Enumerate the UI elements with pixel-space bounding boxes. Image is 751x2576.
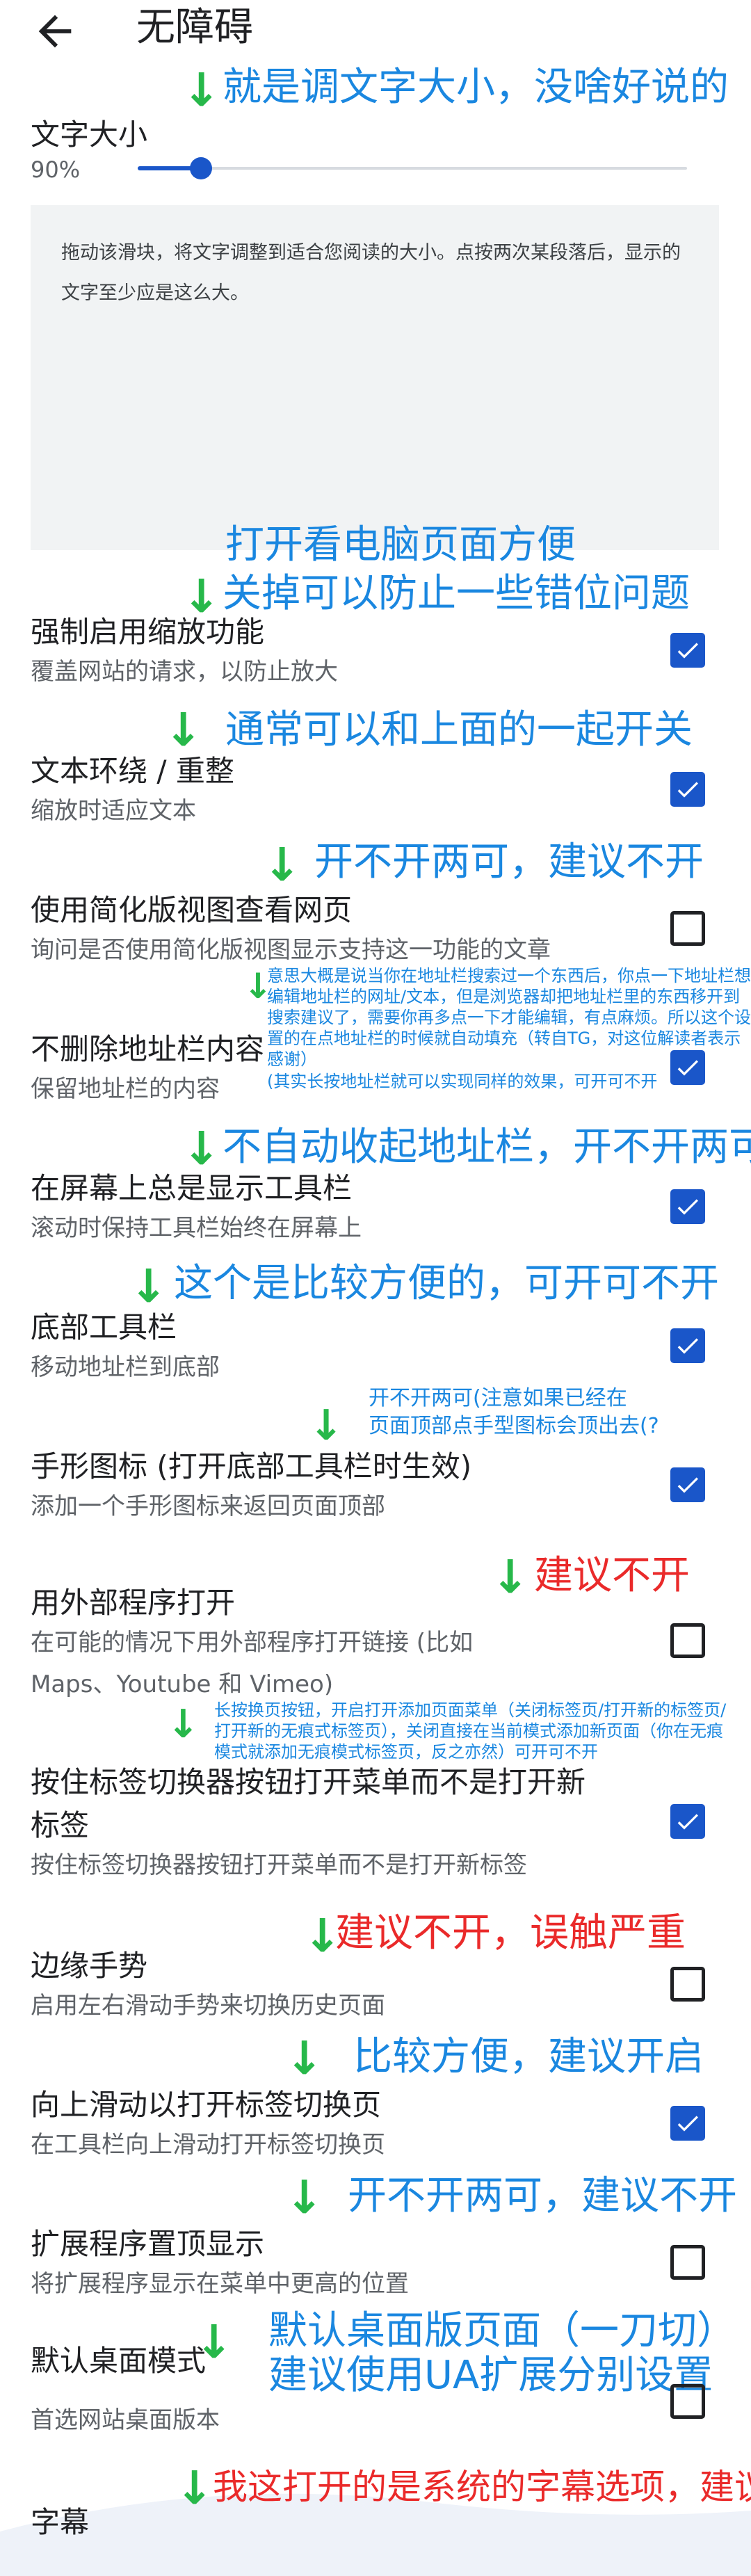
- setting-desktop-mode-title: 默认桌面模式: [31, 2344, 207, 2378]
- setting-keep-address-bar-subtitle: 保留地址栏的内容: [31, 1075, 220, 1103]
- setting-swipe-up-title: 向上滑动以打开标签切换页: [31, 2088, 382, 2122]
- setting-desktop-mode-subtitle: 首选网站桌面版本: [31, 2406, 220, 2434]
- annotation-zoom-1: 打开看电脑页面方便: [225, 522, 576, 567]
- annotation-zoom-2: 关掉可以防止一些错位问题: [223, 571, 690, 616]
- setting-tab-switcher-menu-title-1: 按住标签切换器按钮打开菜单而不是打开新: [31, 1765, 586, 1799]
- annotation-external-app: 建议不开: [534, 1553, 690, 1598]
- setting-simplified-view-subtitle: 询问是否使用简化版视图显示支持这一功能的文章: [31, 936, 551, 964]
- checkmark-icon: [677, 2116, 698, 2132]
- text-size-preview: 拖动该滑块，将文字调整到适合您阅读的大小。点按两次某段落后，显示的文字至少应是这…: [31, 205, 719, 550]
- checkmark-icon: [677, 1060, 698, 1076]
- annotation-keep-address-bar-2: (其实长按地址栏就可以实现同样的效果，可开可不开: [267, 1072, 658, 1091]
- setting-external-app-title: 用外部程序打开: [31, 1586, 236, 1620]
- setting-swipe-up-subtitle: 在工具栏向上滑动打开标签切换页: [31, 2131, 385, 2159]
- down-arrow-icon: ↓: [285, 2031, 324, 2085]
- annotation-desktop-mode-1: 默认桌面版页面（一刀切）: [268, 2308, 736, 2353]
- setting-hand-icon-subtitle: 添加一个手形图标来返回页面顶部: [31, 1492, 385, 1520]
- text-size-label: 文字大小: [31, 118, 148, 152]
- setting-always-show-toolbar-subtitle: 滚动时保持工具栏始终在屏幕上: [31, 1214, 362, 1242]
- setting-bottom-toolbar-subtitle: 移动地址栏到底部: [31, 1353, 220, 1381]
- annotation-hand-icon-2: 页面顶部点手型图标会顶出去(?: [369, 1414, 659, 1438]
- down-arrow-icon: ↓: [167, 1702, 200, 1747]
- setting-tab-switcher-menu-title-2: 标签: [31, 1808, 90, 1842]
- down-arrow-icon: ↓: [182, 63, 221, 117]
- setting-tab-switcher-menu-subtitle: 按住标签切换器按钮打开菜单而不是打开新标签: [31, 1851, 527, 1879]
- annotation-bottom-toolbar: 这个是比较方便的，可开可不开: [174, 1261, 719, 1306]
- simplified-view-checkbox[interactable]: [670, 911, 705, 946]
- text-size-slider[interactable]: [138, 154, 687, 182]
- annotation-extensions-top: 开不开两可，建议不开: [348, 2173, 737, 2219]
- setting-extensions-top-title: 扩展程序置顶显示: [31, 2227, 265, 2261]
- checkmark-icon: [677, 643, 698, 659]
- down-arrow-icon: ↓: [263, 838, 302, 892]
- annotation-text-size: 就是调文字大小，没啥好说的: [223, 65, 729, 110]
- setting-captions-title[interactable]: 字幕: [31, 2501, 89, 2544]
- down-arrow-icon: ↓: [175, 2461, 214, 2515]
- setting-force-zoom-subtitle: 覆盖网站的请求，以防止放大: [31, 658, 338, 686]
- annotation-tab-switcher-menu: 长按换页按钮，开启打开添加页面菜单（关闭标签页/打开新的标签页/打开新的无痕式标…: [214, 1700, 727, 1762]
- setting-text-wrap-title: 文本环绕 / 重整: [31, 754, 234, 788]
- checkmark-icon: [677, 1814, 698, 1830]
- checkmark-icon: [677, 1199, 698, 1215]
- slider-track: [138, 167, 687, 170]
- external-app-checkbox[interactable]: [670, 1623, 705, 1658]
- back-arrow-icon[interactable]: [31, 7, 79, 56]
- setting-extensions-top-subtitle: 将扩展程序显示在菜单中更高的位置: [31, 2270, 409, 2298]
- bottom-toolbar-checkbox[interactable]: [670, 1328, 705, 1363]
- annotation-hand-icon-1: 开不开两可(注意如果已经在: [369, 1386, 627, 1410]
- checkmark-icon: [677, 1338, 698, 1354]
- keep-address-bar-checkbox[interactable]: [670, 1050, 705, 1085]
- annotation-captions: 我这打开的是系统的字幕选项，建议: [213, 2468, 751, 2507]
- always-show-toolbar-checkbox[interactable]: [670, 1189, 705, 1224]
- setting-bottom-toolbar-title: 底部工具栏: [31, 1310, 177, 1344]
- annotation-always-show-toolbar: 不自动收起地址栏，开不开两可: [223, 1125, 751, 1170]
- desktop-mode-checkbox[interactable]: [670, 2384, 705, 2419]
- force-zoom-checkbox[interactable]: [670, 633, 705, 668]
- setting-hand-icon-title: 手形图标 (打开底部工具栏时生效): [31, 1449, 472, 1483]
- text-wrap-checkbox[interactable]: [670, 772, 705, 807]
- tab-switcher-menu-checkbox[interactable]: [670, 1804, 705, 1839]
- edge-gesture-checkbox[interactable]: [670, 1967, 705, 2002]
- extensions-top-checkbox[interactable]: [670, 2245, 705, 2280]
- annotation-edge-gesture: 建议不开，误触严重: [335, 1910, 686, 1956]
- annotation-desktop-mode-2: 建议使用UA扩展分别设置: [268, 2353, 713, 2398]
- down-arrow-icon: ↓: [285, 2171, 324, 2224]
- setting-external-app-subtitle-1: 在可能的情况下用外部程序打开链接 (比如: [31, 1629, 474, 1657]
- annotation-swipe-up: 比较方便，建议开启: [353, 2034, 704, 2079]
- text-size-value: 90%: [31, 156, 81, 183]
- page-title: 无障碍: [136, 5, 253, 50]
- setting-text-wrap-subtitle: 缩放时适应文本: [31, 797, 196, 825]
- down-arrow-icon: ↓: [491, 1550, 530, 1604]
- setting-force-zoom-title: 强制启用缩放功能: [31, 615, 265, 649]
- swipe-up-checkbox[interactable]: [670, 2106, 705, 2141]
- setting-keep-address-bar-title: 不删除地址栏内容: [31, 1032, 265, 1066]
- annotation-text-wrap: 通常可以和上面的一起开关: [225, 707, 693, 752]
- hand-icon-checkbox[interactable]: [670, 1467, 705, 1502]
- preview-text: 拖动该滑块，将文字调整到适合您阅读的大小。点按两次某段落后，显示的文字至少应是这…: [61, 242, 681, 304]
- checkmark-icon: [677, 782, 698, 798]
- checkmark-icon: [677, 1477, 698, 1493]
- annotation-simplified-view: 开不开两可，建议不开: [314, 839, 704, 885]
- setting-edge-gesture-title: 边缘手势: [31, 1949, 148, 1983]
- setting-always-show-toolbar-title: 在屏幕上总是显示工具栏: [31, 1171, 353, 1205]
- slider-thumb[interactable]: [189, 157, 212, 179]
- setting-edge-gesture-subtitle: 启用左右滑动手势来切换历史页面: [31, 1992, 385, 2020]
- setting-simplified-view-title: 使用简化版视图查看网页: [31, 893, 353, 927]
